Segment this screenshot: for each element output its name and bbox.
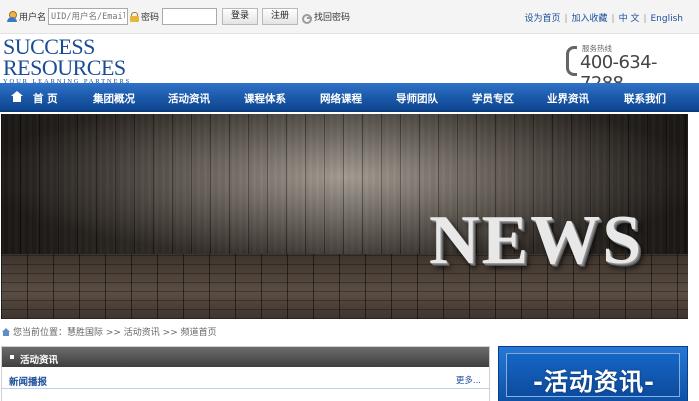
username-label: 用户名 (7, 10, 46, 23)
breadcrumb-text: 您当前位置：慧胜国际 >> 活动资讯 >> 频道首页 (13, 328, 217, 338)
separator: | (564, 14, 568, 24)
events-side-banner[interactable]: -活动资讯- (498, 346, 688, 401)
password-input[interactable] (162, 8, 217, 25)
side-banner-text: -活动资讯- (533, 368, 655, 396)
nav-item-group-overview[interactable]: 集团概况 (93, 91, 135, 106)
breadcrumb: 您当前位置：慧胜国际 >> 活动资讯 >> 频道首页 (2, 325, 217, 338)
login-button[interactable]: 登录 (222, 8, 258, 25)
key-icon (302, 12, 312, 24)
home-icon (2, 327, 10, 336)
nav-item-courses[interactable]: 课程体系 (244, 91, 286, 106)
more-link[interactable]: 更多... (456, 374, 481, 386)
news-banner: NEWS (1, 114, 688, 319)
logo-line2: RESOURCES (3, 55, 126, 80)
square-bullet-icon (10, 355, 14, 359)
events-panel: 活动资讯 新闻播报 更多... (1, 346, 490, 401)
phone-icon (564, 46, 577, 76)
page: 用户名 密码 登录 注册 找回密码 设为首页|加入收藏|中 文|English … (0, 0, 699, 401)
password-label: 密码 (130, 10, 159, 23)
nav-item-events[interactable]: 活动资讯 (168, 91, 210, 106)
chinese-link[interactable]: 中 文 (619, 14, 640, 24)
nav-item-industry-news[interactable]: 业界资讯 (547, 91, 589, 106)
forgot-password-text: 找回密码 (314, 13, 351, 23)
nav-item-home[interactable]: 首 页 (33, 91, 58, 106)
news-broadcast-title[interactable]: 新闻播报 (9, 374, 47, 388)
nav-item-online-courses[interactable]: 网络课程 (320, 91, 362, 106)
password-label-text: 密码 (141, 13, 160, 23)
separator: | (611, 14, 615, 24)
top-links: 设为首页 | 加入收藏 | 中 文 | English (524, 11, 683, 24)
main-nav: 首 页 集团概况 活动资讯 课程体系 网络课程 导师团队 学员专区 业界资讯 联… (0, 83, 699, 112)
separator: | (643, 14, 647, 24)
login-bar: 用户名 密码 登录 注册 找回密码 设为首页|加入收藏|中 文|English (0, 0, 699, 34)
english-link[interactable]: English (651, 14, 684, 24)
logo-line1: SUCCESS (3, 34, 95, 59)
username-input[interactable] (48, 8, 128, 25)
panel-title: 活动资讯 (20, 355, 59, 366)
forgot-password-link[interactable]: 找回密码 (302, 10, 351, 24)
nav-item-contact[interactable]: 联系我们 (624, 91, 666, 106)
nav-item-mentors[interactable]: 导师团队 (396, 91, 438, 106)
panel-header: 活动资讯 (2, 347, 489, 367)
user-icon (7, 11, 17, 22)
hotline: 服务热线 400-634-7288 (564, 43, 689, 94)
news-broadcast-row: 新闻播报 更多... (2, 367, 489, 389)
set-homepage-link[interactable]: 设为首页 (524, 14, 560, 24)
register-button[interactable]: 注册 (262, 8, 298, 25)
add-favorite-link[interactable]: 加入收藏 (572, 14, 608, 24)
logo[interactable]: SUCCESS RESOURCES YOUR LEARNING PARTNERS (3, 34, 131, 86)
home-icon[interactable] (11, 91, 23, 102)
lock-icon (130, 11, 139, 22)
banner-news-text: NEWS (429, 202, 644, 279)
username-label-text: 用户名 (19, 13, 47, 23)
side-banner-box: -活动资讯- (506, 353, 680, 397)
nav-item-students[interactable]: 学员专区 (472, 91, 514, 106)
